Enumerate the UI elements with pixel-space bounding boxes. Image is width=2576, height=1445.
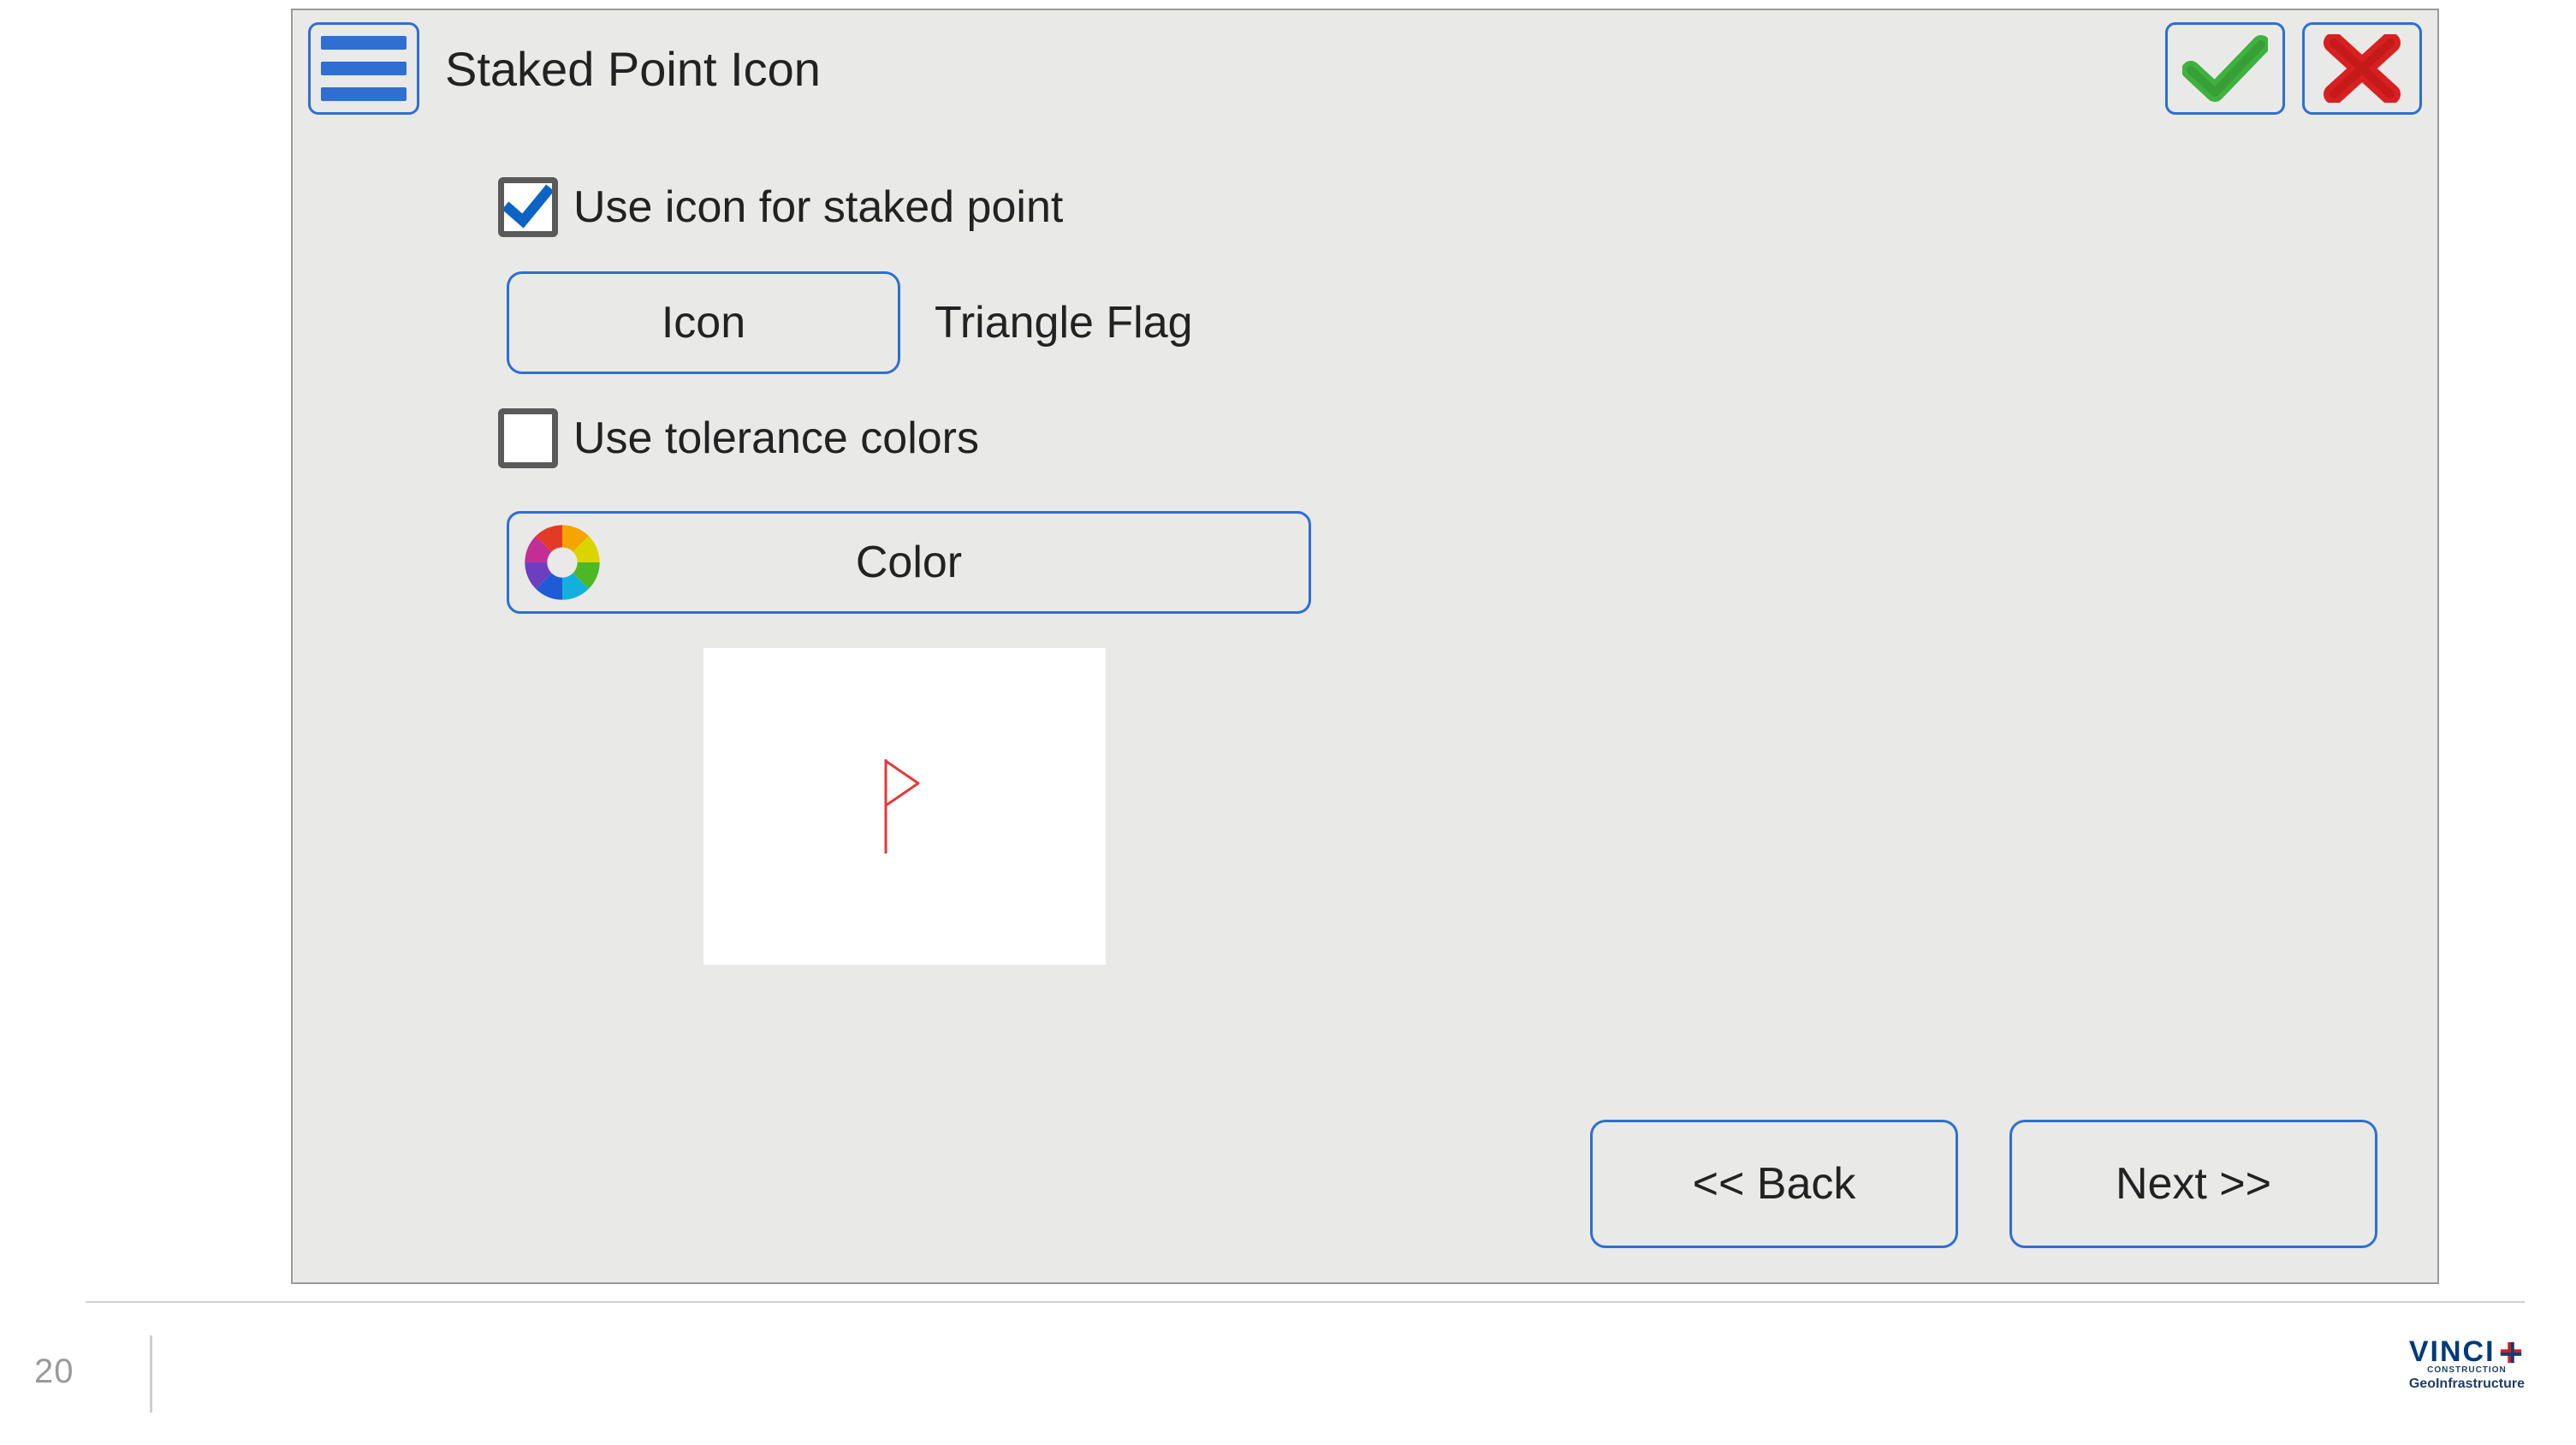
close-icon	[2324, 34, 2401, 103]
menu-button[interactable]	[308, 22, 419, 115]
page-number: 20	[34, 1353, 74, 1391]
checkmark-icon	[504, 183, 552, 231]
dialog-panel: Staked Point Icon Us	[291, 9, 2439, 1284]
icon-button-label: Icon	[662, 297, 745, 348]
use-icon-row: Use icon for staked point	[498, 177, 2386, 237]
hamburger-icon	[321, 36, 407, 50]
back-button-label: << Back	[1693, 1158, 1856, 1210]
brand-name-row: VINCI	[2409, 1335, 2525, 1369]
triangle-flag-icon	[879, 759, 930, 853]
icon-selector-row: Icon Triangle Flag	[507, 271, 2386, 374]
brand-logo: VINCI CONSTRUCTION GeoInfrastructure	[2409, 1335, 2525, 1392]
next-button-label: Next >>	[2116, 1158, 2271, 1210]
page-number-separator	[150, 1335, 152, 1412]
icon-preview	[703, 648, 1106, 965]
top-right-actions	[2165, 22, 2422, 115]
color-button-label: Color	[509, 537, 1309, 588]
use-icon-checkbox[interactable]	[498, 177, 558, 237]
brand-plus-icon	[2499, 1341, 2523, 1365]
dialog-title: Staked Point Icon	[445, 41, 821, 97]
icon-select-button[interactable]: Icon	[507, 271, 900, 374]
back-button[interactable]: << Back	[1590, 1120, 1958, 1248]
next-button[interactable]: Next >>	[2009, 1120, 2377, 1248]
checkmark-icon	[2182, 34, 2268, 103]
top-bar: Staked Point Icon	[308, 21, 2422, 116]
dialog-content: Use icon for staked point Icon Triangle …	[498, 177, 2386, 1257]
use-tolerance-colors-row: Use tolerance colors	[498, 408, 2386, 468]
brand-name: VINCI	[2409, 1335, 2496, 1369]
brand-sub2: GeoInfrastructure	[2409, 1377, 2525, 1392]
nav-buttons: << Back Next >>	[1590, 1120, 2377, 1248]
confirm-button[interactable]	[2165, 22, 2285, 115]
color-row: Color	[507, 502, 2386, 614]
use-icon-label: Use icon for staked point	[573, 181, 1063, 233]
use-tolerance-colors-label: Use tolerance colors	[573, 413, 979, 464]
color-select-button[interactable]: Color	[507, 511, 1311, 614]
use-tolerance-colors-checkbox[interactable]	[498, 408, 558, 468]
footer-divider	[86, 1301, 2525, 1303]
cancel-button[interactable]	[2302, 22, 2422, 115]
selected-icon-name: Triangle Flag	[935, 297, 1193, 348]
